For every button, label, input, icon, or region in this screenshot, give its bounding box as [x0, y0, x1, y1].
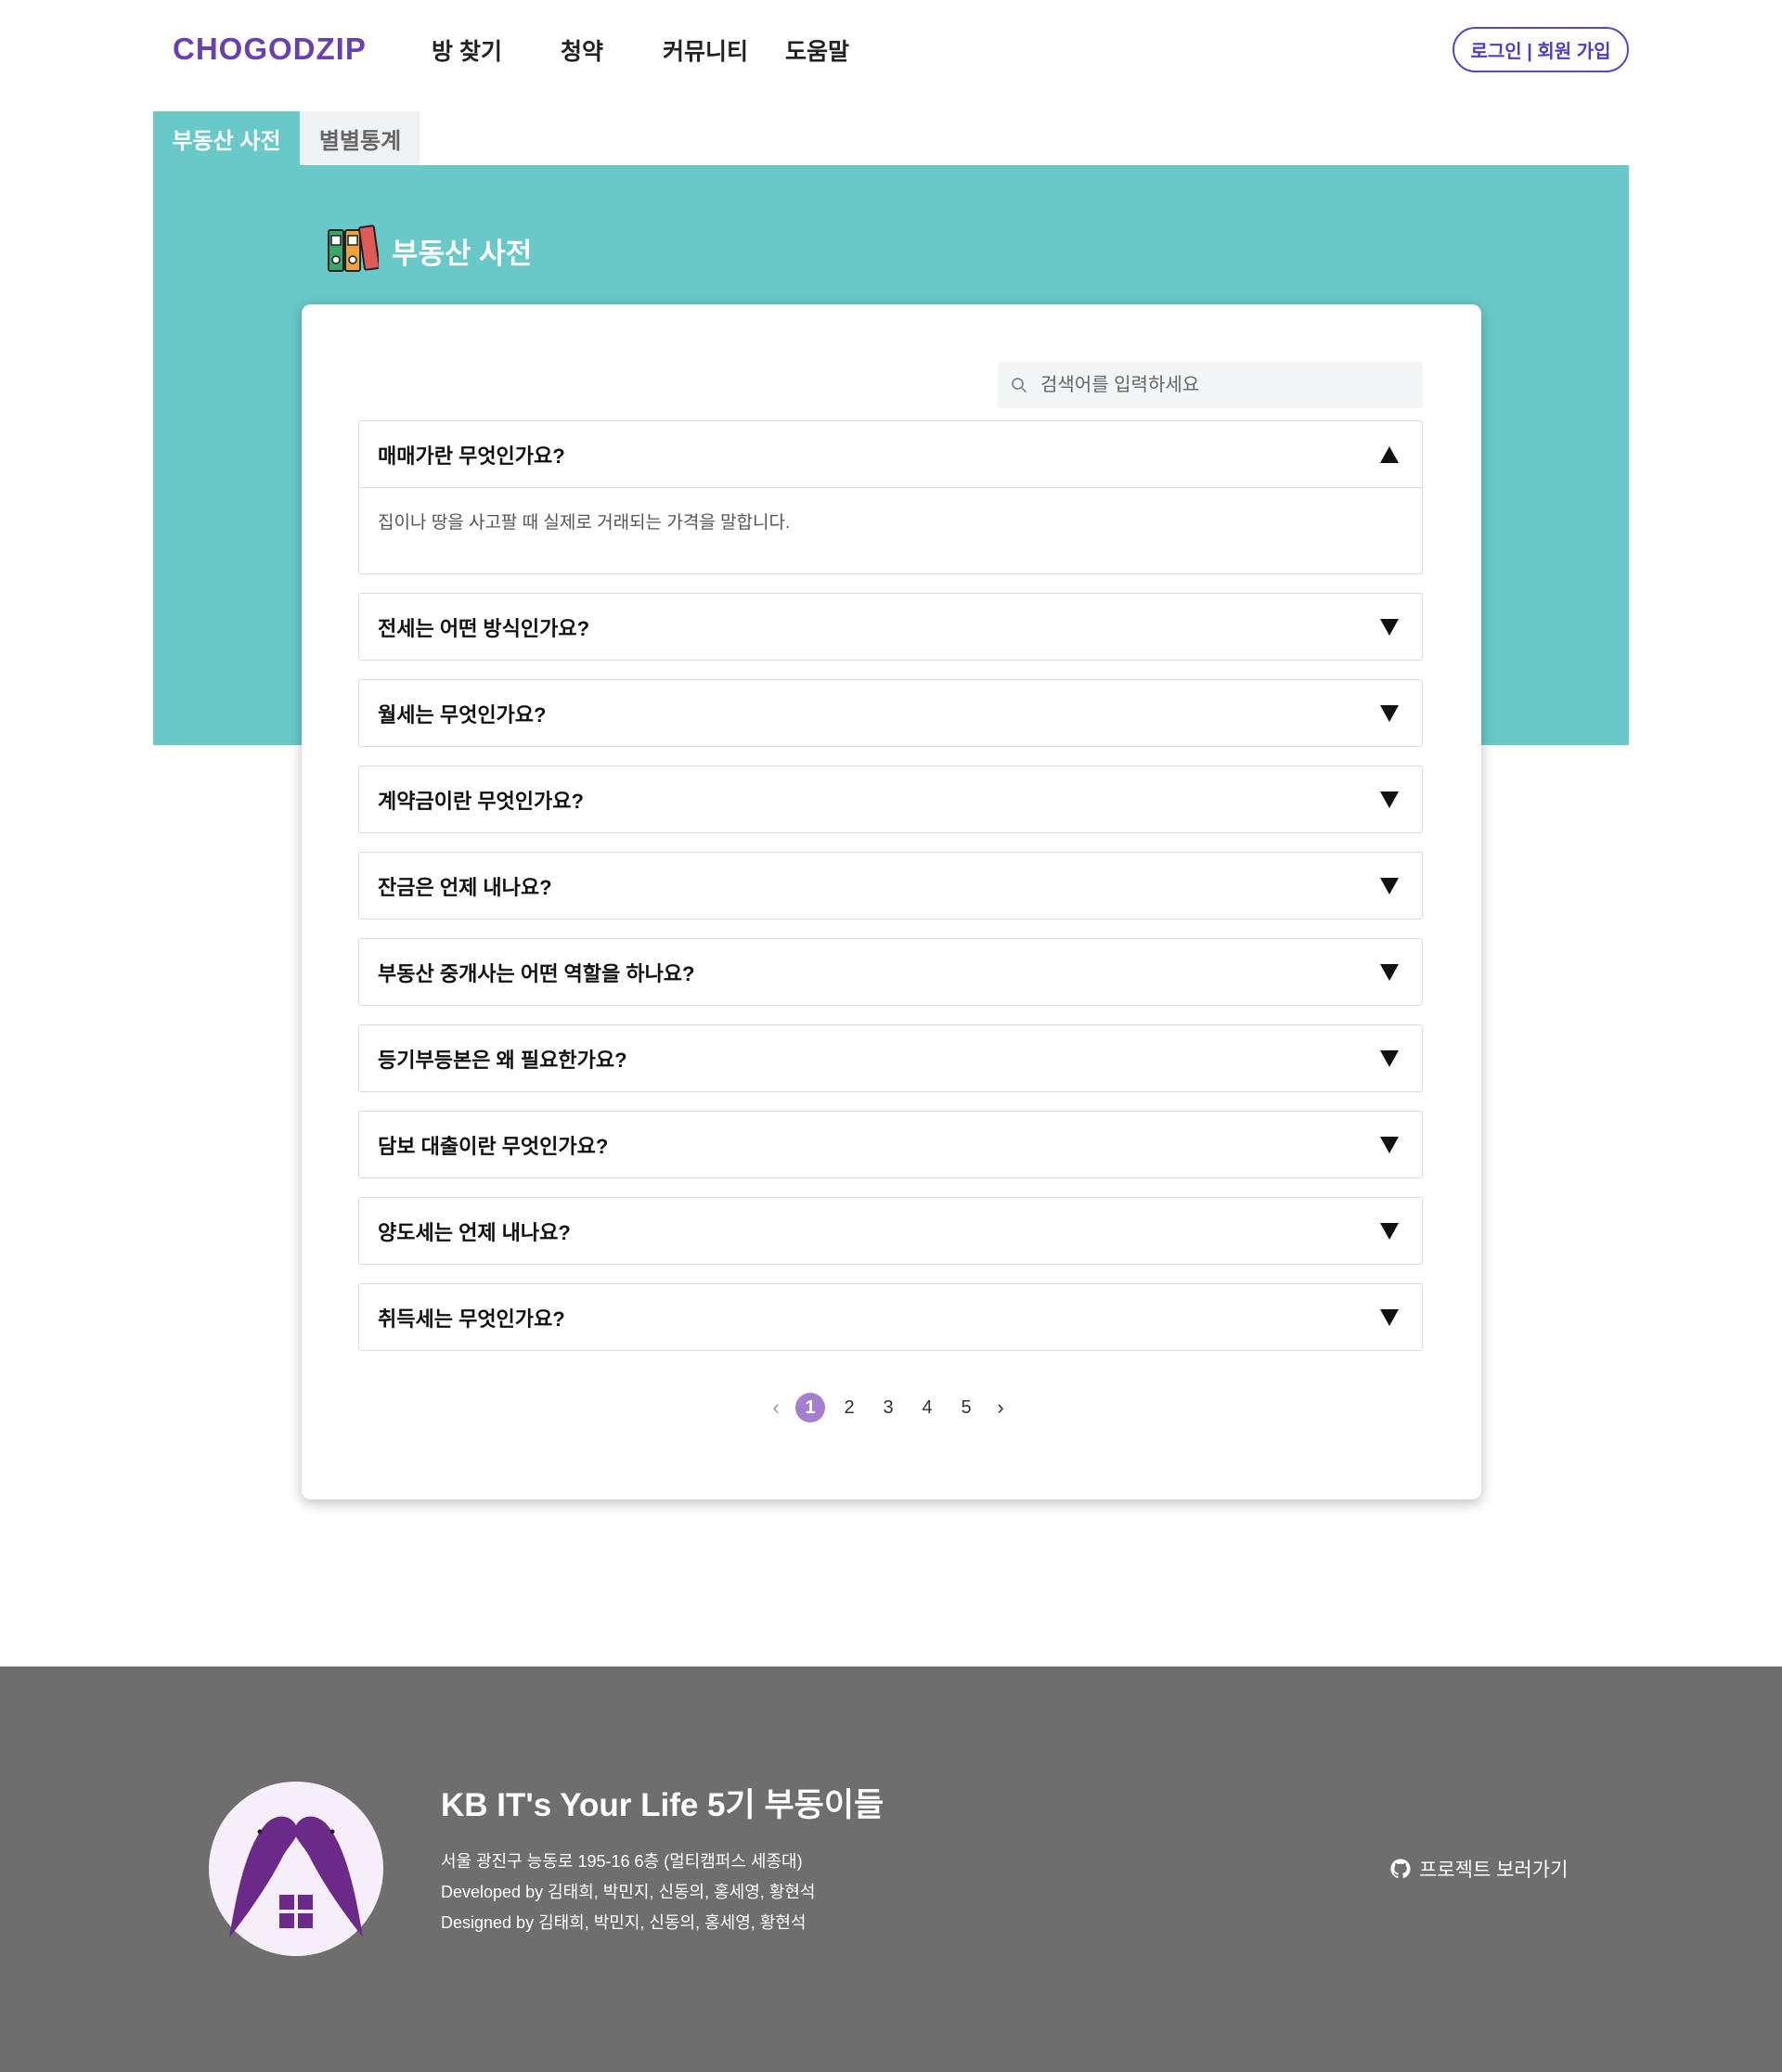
footer-address: 서울 광진구 능동로 195-16 6층 (멀티캠퍼스 세종대): [441, 1852, 803, 1871]
project-link[interactable]: 프로젝트 보러가기: [1390, 1855, 1568, 1883]
tab-statistics[interactable]: 별별통계: [300, 111, 420, 165]
caret-down-icon[interactable]: [1379, 791, 1400, 809]
pagination-page-label: 1: [795, 1393, 825, 1422]
faq-item: 양도세는 언제 내나요?: [358, 1197, 1423, 1265]
faq-question: 잔금은 언제 내나요?: [378, 875, 552, 899]
caret-down-icon[interactable]: [1379, 618, 1400, 637]
faq-question: 월세는 무엇인가요?: [378, 702, 547, 727]
pagination-page-3[interactable]: 3: [869, 1392, 908, 1423]
search-input[interactable]: [1039, 373, 1391, 397]
faq-item: 등기부등본은 왜 필요한가요?: [358, 1024, 1423, 1092]
footer-designers: Designed by 김태희, 박민지, 신동의, 홍세영, 황현석: [441, 1913, 807, 1932]
nav-item-community[interactable]: 커뮤니티: [663, 33, 748, 67]
faq-list: 매매가란 무엇인가요? 집이나 땅을 사고팔 때 실제로 거래되는 가격을 말합…: [358, 420, 1423, 1370]
faq-item: 매매가란 무엇인가요? 집이나 땅을 사고팔 때 실제로 거래되는 가격을 말합…: [358, 420, 1423, 574]
login-signup-button[interactable]: 로그인 | 회원 가입: [1453, 27, 1629, 72]
pagination-page-5[interactable]: 5: [947, 1392, 986, 1423]
faq-question: 담보 대출이란 무엇인가요?: [378, 1134, 609, 1158]
search-icon: [1012, 378, 1027, 393]
faq-question: 양도세는 언제 내나요?: [378, 1220, 571, 1244]
faq-question-header[interactable]: 등기부등본은 왜 필요한가요?: [359, 1025, 1422, 1091]
faq-item: 담보 대출이란 무엇인가요?: [358, 1111, 1423, 1178]
faq-question-header[interactable]: 담보 대출이란 무엇인가요?: [359, 1112, 1422, 1178]
faq-item: 월세는 무엇인가요?: [358, 679, 1423, 747]
site-header: CHOGODZIP 방 찾기 청약 커뮤니티 도움말 로그인 | 회원 가입: [0, 0, 1782, 100]
faq-question-header[interactable]: 전세는 어떤 방식인가요?: [359, 594, 1422, 660]
caret-down-icon[interactable]: [1379, 1222, 1400, 1241]
nav-item-subscription[interactable]: 청약: [561, 33, 603, 67]
project-link-label: 프로젝트 보러가기: [1419, 1860, 1569, 1881]
team-logo: [209, 1782, 383, 1956]
pagination-page-1[interactable]: 1: [791, 1392, 830, 1423]
site-logo[interactable]: CHOGODZIP: [173, 32, 367, 67]
faq-question-header[interactable]: 매매가란 무엇인가요?: [359, 421, 1422, 487]
faq-question: 매매가란 무엇인가요?: [378, 444, 565, 468]
pagination-page-4[interactable]: 4: [908, 1392, 947, 1423]
faq-question: 전세는 어떤 방식인가요?: [378, 616, 590, 640]
caret-down-icon[interactable]: [1379, 877, 1400, 895]
pagination-next-button[interactable]: ›: [986, 1392, 1015, 1423]
faq-item: 잔금은 언제 내나요?: [358, 852, 1423, 920]
faq-question: 취득세는 무엇인가요?: [378, 1306, 565, 1331]
caret-down-icon[interactable]: [1379, 963, 1400, 982]
faq-question: 등기부등본은 왜 필요한가요?: [378, 1048, 627, 1072]
faq-item: 전세는 어떤 방식인가요?: [358, 593, 1423, 661]
github-icon: [1390, 1859, 1411, 1879]
search-bar[interactable]: [998, 362, 1423, 408]
faq-answer: 집이나 땅을 사고팔 때 실제로 거래되는 가격을 말합니다.: [359, 487, 1422, 573]
nav-item-help[interactable]: 도움말: [785, 33, 849, 67]
faq-item: 부동산 중개사는 어떤 역할을 하나요?: [358, 938, 1423, 1006]
pagination-prev-button[interactable]: ‹: [761, 1392, 791, 1423]
faq-question-header[interactable]: 잔금은 언제 내나요?: [359, 853, 1422, 919]
faq-question-header[interactable]: 부동산 중개사는 어떤 역할을 하나요?: [359, 939, 1422, 1005]
pagination: ‹ 1 2 3 4 5 ›: [761, 1392, 1015, 1423]
binders-icon: [328, 225, 379, 272]
pagination-page-2[interactable]: 2: [830, 1392, 869, 1423]
faq-question-header[interactable]: 취득세는 무엇인가요?: [359, 1284, 1422, 1350]
faq-question-header[interactable]: 계약금이란 무엇인가요?: [359, 766, 1422, 832]
faq-item: 계약금이란 무엇인가요?: [358, 766, 1423, 833]
caret-down-icon[interactable]: [1379, 1308, 1400, 1327]
caret-up-icon[interactable]: [1379, 445, 1400, 464]
caret-down-icon[interactable]: [1379, 1049, 1400, 1068]
nav-item-find-room[interactable]: 방 찾기: [432, 33, 502, 67]
faq-question: 부동산 중개사는 어떤 역할을 하나요?: [378, 961, 695, 985]
dictionary-title: 부동산 사전: [392, 238, 533, 270]
caret-down-icon[interactable]: [1379, 1136, 1400, 1154]
footer-developers: Developed by 김태희, 박민지, 신동의, 홍세영, 황현석: [441, 1883, 816, 1901]
footer-team-name: KB IT's Your Life 5기 부동이들: [441, 1787, 885, 1823]
tab-real-estate-dictionary[interactable]: 부동산 사전: [153, 111, 300, 165]
faq-question: 계약금이란 무엇인가요?: [378, 789, 584, 813]
faq-question-header[interactable]: 월세는 무엇인가요?: [359, 680, 1422, 746]
faq-question-header[interactable]: 양도세는 언제 내나요?: [359, 1198, 1422, 1264]
faq-item: 취득세는 무엇인가요?: [358, 1283, 1423, 1351]
caret-down-icon[interactable]: [1379, 704, 1400, 723]
